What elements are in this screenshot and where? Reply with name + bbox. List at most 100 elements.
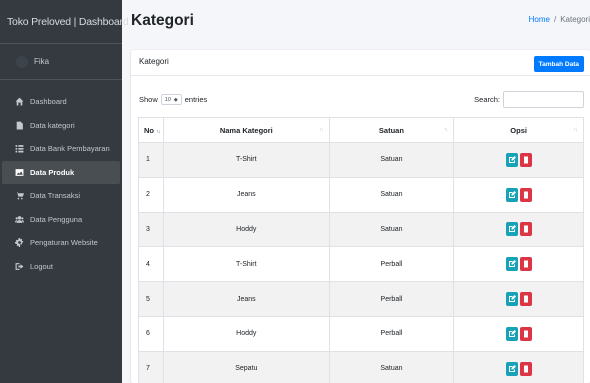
- column-header-no[interactable]: No ↑↓: [138, 117, 164, 143]
- delete-button[interactable]: [519, 152, 532, 167]
- entries-select-value: 10: [164, 96, 171, 103]
- trash-icon: [522, 225, 530, 233]
- sidebar-item-label: Logout: [30, 261, 53, 271]
- card-header: Kategori Tambah Data: [131, 50, 590, 76]
- cell-no: 4: [138, 246, 164, 283]
- card-title: Kategori: [139, 57, 169, 66]
- row-actions: [505, 187, 532, 202]
- cell-no: 3: [138, 211, 164, 248]
- delete-button[interactable]: [519, 292, 532, 307]
- delete-button[interactable]: [519, 361, 532, 376]
- edit-button[interactable]: [505, 326, 518, 341]
- column-header-satuan[interactable]: Satuan ↑↓: [328, 117, 455, 143]
- cell-satuan: Perball: [328, 281, 455, 317]
- edit-icon: [508, 155, 516, 164]
- column-header-opsi[interactable]: Opsi ↑↓: [453, 117, 584, 143]
- breadcrumb-current: Kategori: [560, 15, 590, 24]
- kategori-table: No ↑↓ Nama Kategori ↑↓ Satuan ↑↓ Opsi ↑↓ 1 T-…: [138, 117, 584, 383]
- table-row: 2 Jeans Satuan: [138, 176, 584, 213]
- sidebar-item-logout[interactable]: Logout: [2, 255, 120, 279]
- row-actions: [505, 292, 532, 307]
- sidebar-item-label: Data Pengguna: [30, 214, 83, 224]
- edit-button[interactable]: [505, 361, 518, 376]
- edit-button[interactable]: [505, 222, 518, 237]
- sidebar-item-dashboard[interactable]: Dashboard: [2, 90, 120, 114]
- trash-icon: [522, 191, 530, 199]
- brand-title[interactable]: Toko Preloved | Dashboard: [0, 0, 129, 44]
- sidebar-item-data-transaksi[interactable]: Data Transaksi: [2, 184, 120, 208]
- cell-satuan: Satuan: [328, 211, 455, 248]
- cell-nama-kategori: Jeans: [162, 281, 330, 317]
- search-label: Search:: [474, 95, 500, 104]
- sidebar-item-pengaturan-website[interactable]: Pengaturan Website: [2, 231, 120, 255]
- breadcrumb-home-link[interactable]: Home: [529, 15, 550, 24]
- edit-icon: [508, 329, 516, 338]
- breadcrumb: Home / Kategori: [529, 15, 590, 24]
- sort-icon: ↑↓: [319, 127, 323, 133]
- delete-button[interactable]: [519, 326, 532, 341]
- trash-icon: [522, 156, 530, 164]
- cell-opsi: [453, 281, 584, 317]
- cell-opsi: [453, 246, 584, 283]
- cell-no: 2: [138, 176, 164, 213]
- sidebar-item-label: Data Produk: [30, 167, 75, 177]
- row-actions: [505, 361, 532, 376]
- cell-satuan: Satuan: [328, 176, 455, 213]
- sort-icon: ↑↓: [573, 127, 578, 133]
- edit-button[interactable]: [505, 257, 518, 272]
- trash-icon: [522, 330, 530, 338]
- delete-button[interactable]: [519, 257, 532, 272]
- sidebar-item-label: Pengaturan Website: [30, 238, 98, 248]
- column-header-nama-kategori[interactable]: Nama Kategori ↑↓: [162, 117, 330, 143]
- edit-button[interactable]: [505, 187, 518, 202]
- cell-nama-kategori: Hoddy: [162, 211, 330, 248]
- column-header-label: No: [144, 125, 154, 135]
- users-icon: [15, 215, 24, 224]
- cell-opsi: [453, 176, 584, 213]
- cell-nama-kategori: T-Shirt: [162, 142, 330, 178]
- table-row: 6 Hoddy Perball: [138, 315, 584, 352]
- sidebar: Toko Preloved | Dashboard Fika Dashboard…: [0, 0, 129, 383]
- cell-nama-kategori: T-Shirt: [162, 246, 330, 283]
- edit-icon: [508, 364, 516, 373]
- table-row: 5 Jeans Perball: [138, 281, 584, 317]
- sidebar-item-data-produk[interactable]: Data Produk: [2, 160, 120, 184]
- cell-satuan: Satuan: [328, 142, 455, 178]
- cell-satuan: Perball: [328, 246, 455, 283]
- page-title: Kategori: [131, 12, 194, 29]
- cell-no: 5: [138, 281, 164, 317]
- cell-opsi: [453, 211, 584, 248]
- sidebar-item-data-pengguna[interactable]: Data Pengguna: [2, 208, 120, 232]
- edit-icon: [508, 260, 516, 268]
- column-header-label: Nama Kategori: [219, 125, 273, 135]
- cell-no: 1: [138, 142, 164, 178]
- sort-asc-icon: ↑↓: [156, 128, 160, 135]
- entries-label: entries: [184, 95, 208, 104]
- cell-nama-kategori: Jeans: [162, 176, 330, 213]
- trash-icon: [522, 295, 530, 303]
- cart-icon: [15, 191, 24, 200]
- entries-select[interactable]: 10 ◆: [160, 94, 182, 105]
- add-data-button[interactable]: Tambah Data: [533, 56, 584, 72]
- row-actions: [505, 257, 532, 272]
- delete-button[interactable]: [519, 222, 532, 237]
- sidebar-item-label: Dashboard: [30, 97, 67, 107]
- list-icon: [15, 144, 24, 153]
- edit-button[interactable]: [505, 152, 518, 167]
- edit-icon: [508, 190, 516, 199]
- trash-icon: [522, 365, 530, 373]
- delete-button[interactable]: [519, 187, 532, 202]
- sort-icon: ↑↓: [443, 127, 448, 133]
- sidebar-nav: Dashboard Data kategori Data Bank Pembay…: [0, 90, 122, 278]
- user-panel[interactable]: Fika: [0, 44, 122, 80]
- show-label: Show: [139, 95, 158, 104]
- sidebar-item-data-kategori[interactable]: Data kategori: [2, 114, 120, 138]
- edit-button[interactable]: [505, 292, 518, 307]
- search-input[interactable]: [503, 91, 584, 108]
- column-header-label: Opsi: [510, 125, 527, 135]
- kategori-card: Kategori Tambah Data Show 10 ◆ entries S…: [131, 50, 590, 383]
- table-row: 7 Sepatu Satuan: [138, 350, 584, 383]
- sidebar-item-data-bank[interactable]: Data Bank Pembayaran: [2, 137, 120, 161]
- home-icon: [15, 97, 24, 106]
- cell-opsi: [453, 350, 584, 383]
